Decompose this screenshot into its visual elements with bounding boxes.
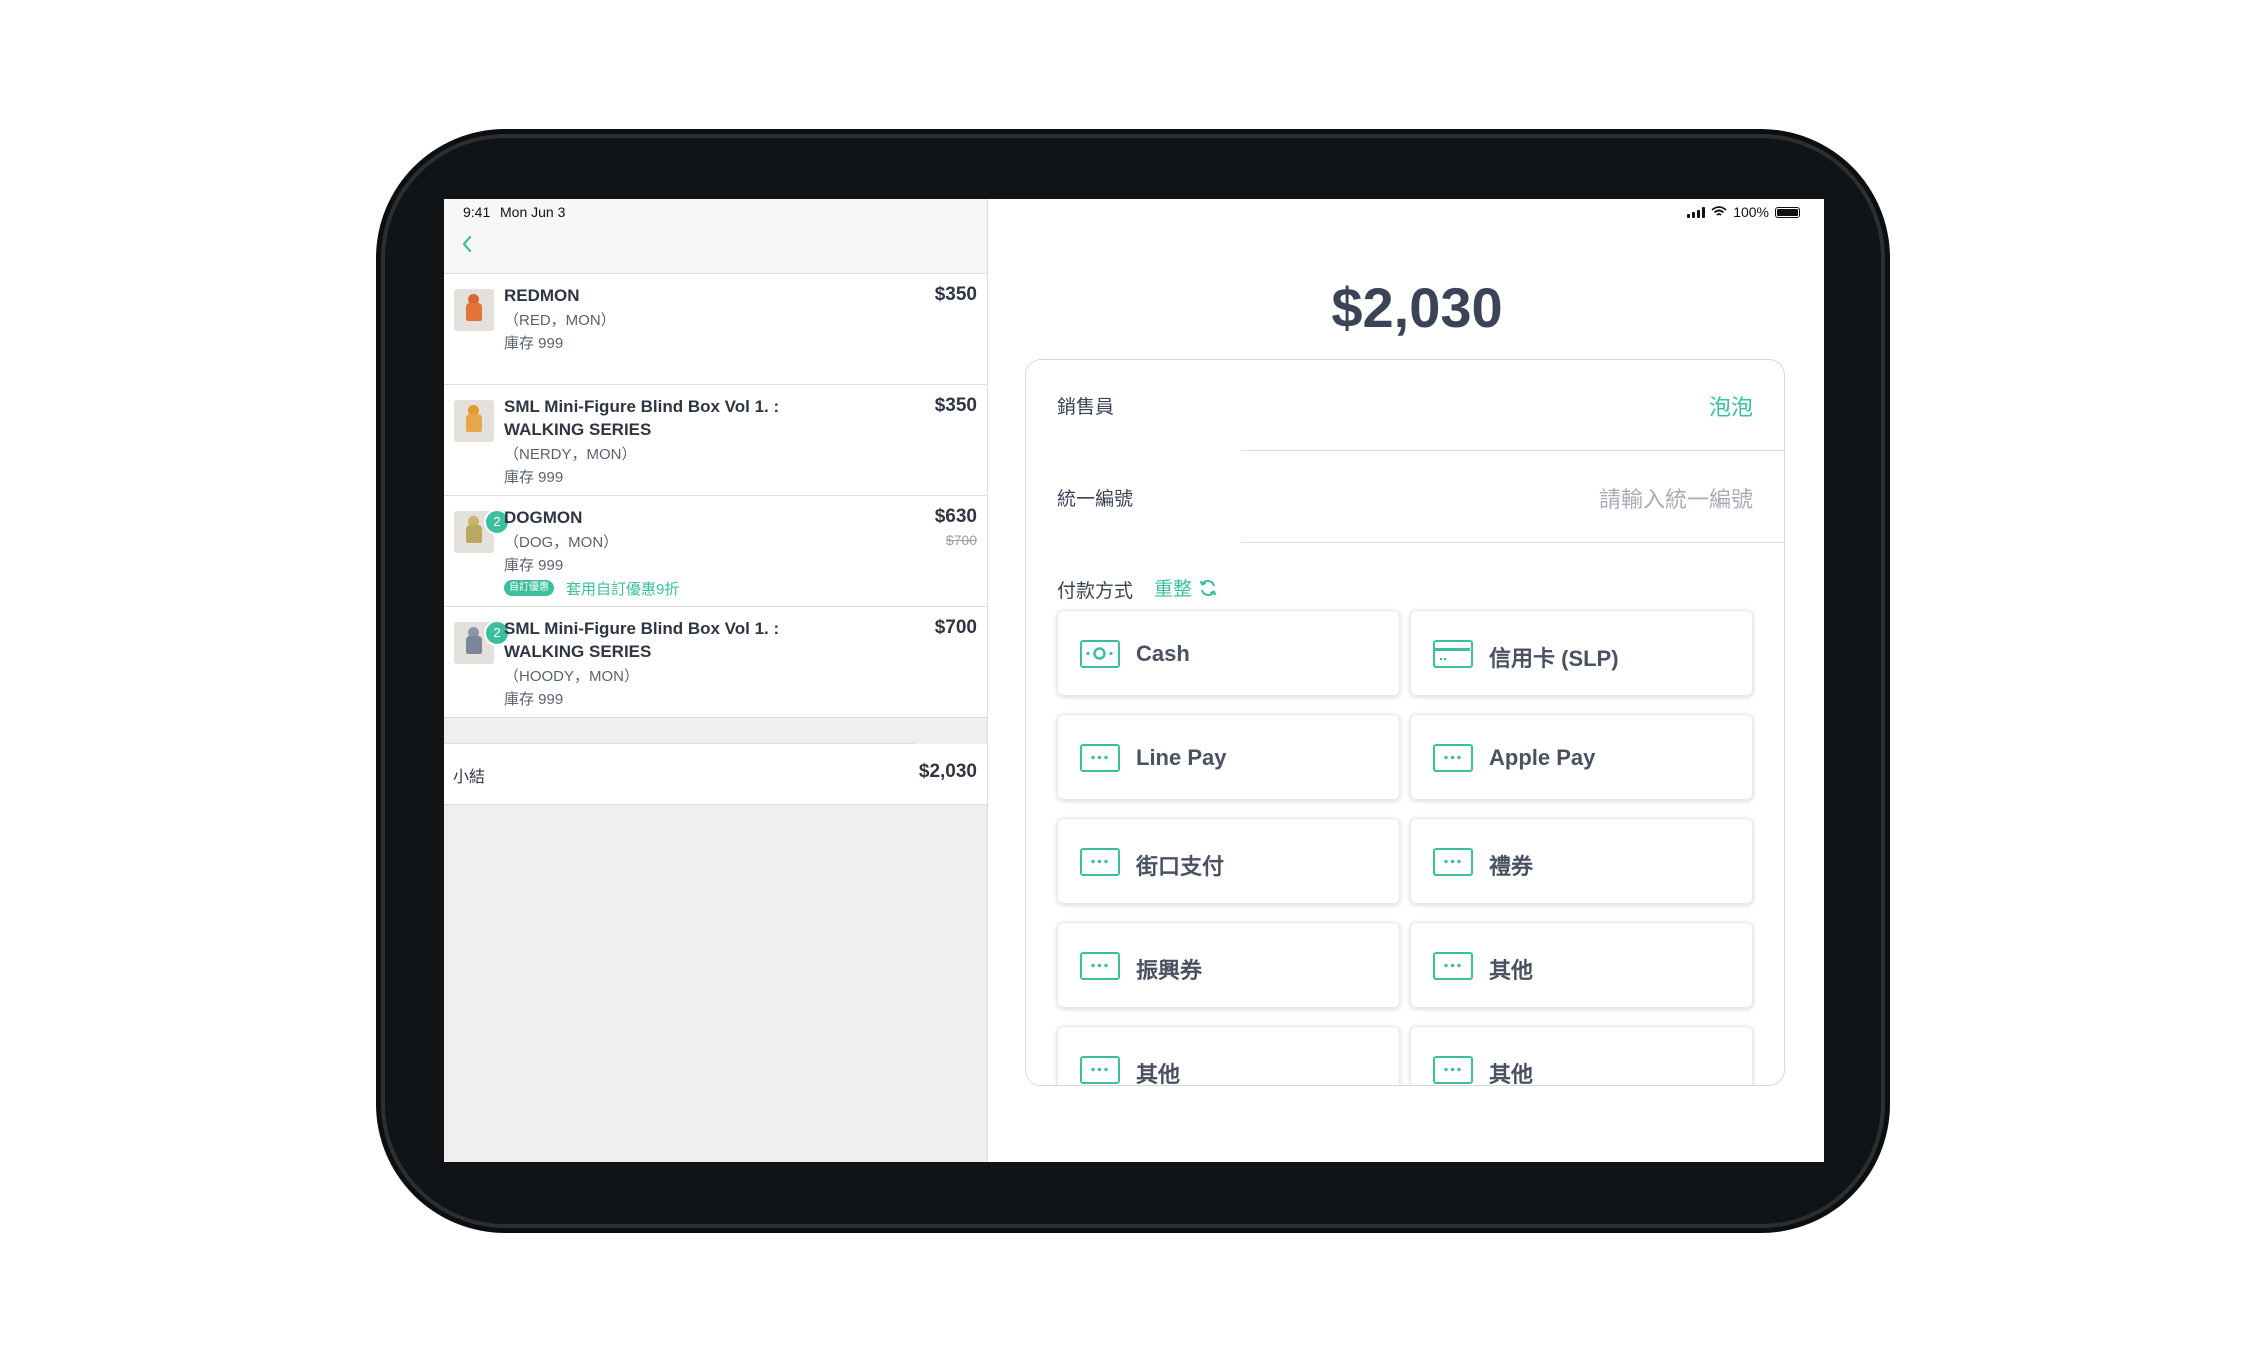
product-thumbnail: 2 xyxy=(454,620,510,664)
field-divider xyxy=(1241,542,1784,543)
dots-card-icon xyxy=(1080,952,1120,980)
item-price: $630 xyxy=(934,506,977,527)
salesperson-label: 銷售員 xyxy=(1057,397,1115,418)
payment-method-grid: Cash 信用卡 (SLP) Line Pay Apple Pay 街口支付 禮… xyxy=(1057,610,1753,1086)
field-divider xyxy=(1241,450,1784,451)
reset-button[interactable]: 重整 xyxy=(1154,574,1218,601)
item-variant: （DOG，MON） xyxy=(504,534,619,551)
status-date: Mon Jun 3 xyxy=(500,204,566,220)
item-stock: 庫存 999 xyxy=(504,691,564,708)
app-screen: 9:41 Mon Jun 3 REDMON （RED，MON） 庫存 999 $… xyxy=(444,199,1824,1162)
dots-card-icon xyxy=(1433,744,1473,772)
payment-label: 信用卡 (SLP) xyxy=(1489,646,1619,671)
battery-percent: 100% xyxy=(1733,204,1769,220)
payment-jko-pay-button[interactable]: 街口支付 xyxy=(1057,818,1400,904)
payment-credit-card-button[interactable]: 信用卡 (SLP) xyxy=(1410,610,1753,696)
dots-card-icon xyxy=(1433,952,1473,980)
dots-card-icon xyxy=(1433,1056,1473,1084)
signal-icon xyxy=(1687,206,1706,218)
promo-tag: 自訂優惠 xyxy=(504,580,554,596)
payment-other-button[interactable]: 其他 xyxy=(1057,1026,1400,1086)
cart-pane: 9:41 Mon Jun 3 REDMON （RED，MON） 庫存 999 $… xyxy=(444,199,988,1162)
dots-card-icon xyxy=(1433,848,1473,876)
product-thumbnail: 2 xyxy=(454,509,510,553)
credit-card-icon xyxy=(1433,640,1473,668)
checkout-card: 銷售員 泡泡 統一編號 請輸入統一編號 付款方式 重整 Cash 信用卡 (SL… xyxy=(1025,359,1785,1086)
wifi-icon xyxy=(1711,206,1727,216)
payment-label: 其他 xyxy=(1489,1062,1534,1086)
item-stock: 庫存 999 xyxy=(504,335,564,352)
payment-apple-pay-button[interactable]: Apple Pay xyxy=(1410,714,1753,800)
cart-item[interactable]: REDMON （RED，MON） 庫存 999 $350 xyxy=(444,274,987,385)
payment-other-button[interactable]: 其他 xyxy=(1410,922,1753,1008)
payment-other-button[interactable]: 其他 xyxy=(1410,1026,1753,1086)
item-price: $350 xyxy=(934,395,977,416)
status-indicators: 100% xyxy=(1687,204,1800,220)
refresh-icon xyxy=(1199,579,1217,596)
item-variant: （HOODY，MON） xyxy=(504,668,640,685)
item-stock: 庫存 999 xyxy=(504,557,564,574)
back-button[interactable] xyxy=(460,233,482,261)
payment-label: Cash xyxy=(1136,641,1190,666)
cart-item[interactable]: 2 SML Mini-Figure Blind Box Vol 1. : WAL… xyxy=(444,607,987,718)
item-name: REDMON xyxy=(504,286,580,305)
battery-icon xyxy=(1775,206,1800,218)
item-variant: （RED，MON） xyxy=(504,312,616,329)
payment-label: 街口支付 xyxy=(1136,854,1225,879)
payment-label: 禮券 xyxy=(1489,854,1534,879)
item-name: SML Mini-Figure Blind Box Vol 1. : WALKI… xyxy=(504,619,780,661)
payment-gift-voucher-button[interactable]: 禮券 xyxy=(1410,818,1753,904)
dots-card-icon xyxy=(1080,1056,1120,1084)
payment-label: 振興券 xyxy=(1136,958,1203,983)
payment-method-label: 付款方式 xyxy=(1057,581,1134,602)
cart-item-list: REDMON （RED，MON） 庫存 999 $350 SML Mini-Fi… xyxy=(444,274,987,718)
chevron-left-icon xyxy=(462,235,472,253)
subtotal-row: 小結 $2,030 xyxy=(444,743,987,805)
tax-id-input[interactable]: 請輸入統一編號 xyxy=(1599,482,1753,514)
item-original-price: $700 xyxy=(945,532,977,548)
product-thumbnail xyxy=(454,400,494,442)
promo-text: 套用自訂優惠9折 xyxy=(566,581,680,598)
payment-label: Line Pay xyxy=(1136,745,1227,770)
payment-stimulus-voucher-button[interactable]: 振興券 xyxy=(1057,922,1400,1008)
item-variant: （NERDY，MON） xyxy=(504,446,637,463)
item-name: DOGMON xyxy=(504,508,583,527)
item-price: $700 xyxy=(934,617,977,638)
order-total: $2,030 xyxy=(1331,276,1503,339)
item-name: SML Mini-Figure Blind Box Vol 1. : WALKI… xyxy=(504,397,780,439)
payment-label: 其他 xyxy=(1136,1062,1181,1086)
payment-label: 其他 xyxy=(1489,958,1534,983)
payment-label: Apple Pay xyxy=(1489,745,1596,770)
dots-card-icon xyxy=(1080,848,1120,876)
payment-line-pay-button[interactable]: Line Pay xyxy=(1057,714,1400,800)
payment-cash-button[interactable]: Cash xyxy=(1057,610,1400,696)
item-price: $350 xyxy=(934,284,977,305)
salesperson-value[interactable]: 泡泡 xyxy=(1709,390,1753,422)
status-time: 9:41 xyxy=(463,204,491,220)
cart-header: 9:41 Mon Jun 3 xyxy=(444,199,987,274)
cash-icon xyxy=(1080,640,1120,668)
reset-label: 重整 xyxy=(1154,579,1193,600)
dots-card-icon xyxy=(1080,744,1120,772)
cart-item[interactable]: SML Mini-Figure Blind Box Vol 1. : WALKI… xyxy=(444,385,987,496)
subtotal-value: $2,030 xyxy=(918,761,977,782)
item-stock: 庫存 999 xyxy=(504,469,564,486)
cart-item[interactable]: 2 DOGMON （DOG，MON） 庫存 999 自訂優惠 套用自訂優惠9折 … xyxy=(444,496,987,607)
tax-id-label: 統一編號 xyxy=(1057,489,1134,510)
subtotal-label: 小結 xyxy=(453,769,486,786)
product-thumbnail xyxy=(454,289,494,331)
